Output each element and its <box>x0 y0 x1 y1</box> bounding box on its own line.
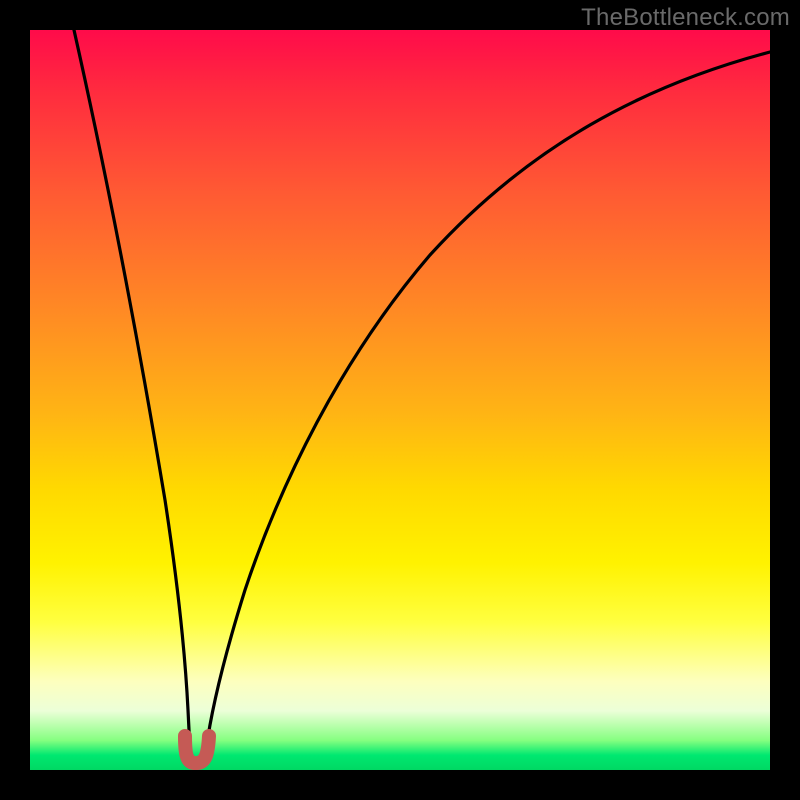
curve-right <box>206 52 770 750</box>
watermark-text: TheBottleneck.com <box>581 4 790 32</box>
curve-left <box>74 30 190 750</box>
notch-marker <box>185 736 209 763</box>
curve-overlay <box>30 30 770 770</box>
plot-area <box>30 30 770 770</box>
chart-frame: TheBottleneck.com <box>0 0 800 800</box>
